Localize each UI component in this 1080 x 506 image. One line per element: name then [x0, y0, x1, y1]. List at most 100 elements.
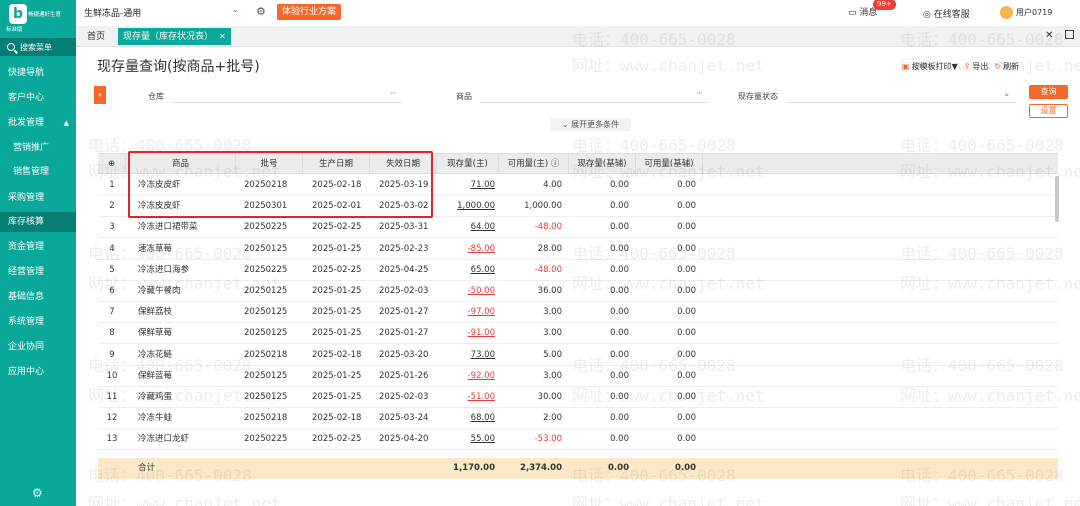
close-icon[interactable]: ✕: [1045, 30, 1053, 41]
stock-link[interactable]: 55.00: [471, 434, 495, 444]
table-row[interactable]: 10 保鲜蓝莓 20250125 2025-01-25 2025-01-26 -92.00…: [98, 366, 1058, 387]
expand-conditions-button[interactable]: ⌄ 展开更多条件: [550, 118, 631, 131]
stock-link[interactable]: -51.00: [468, 392, 495, 402]
sidebar-item-customer[interactable]: 客户中心: [0, 88, 76, 108]
sidebar-item-funds[interactable]: 资金管理: [0, 237, 76, 257]
action-label: 刷新: [1003, 62, 1020, 71]
query-button[interactable]: 查询: [1029, 85, 1068, 99]
stock-link[interactable]: 71.00: [471, 180, 495, 190]
warehouse-input[interactable]: [172, 87, 402, 103]
stock-link[interactable]: -91.00: [468, 328, 495, 338]
total-stock-aux: 0.00: [608, 463, 629, 473]
table-row[interactable]: 9 冷冻花鲢 20250218 2025-02-18 2025-03-20 73.00 5.…: [98, 345, 1058, 366]
cell-available-aux: 0.00: [677, 307, 696, 318]
maximize-icon[interactable]: [1065, 30, 1074, 39]
product-input[interactable]: [480, 87, 708, 103]
table-row[interactable]: 4 速冻草莓 20250125 2025-01-25 2025-02-23 -85.00 2…: [98, 239, 1058, 260]
sidebar-item-system[interactable]: 系统管理: [0, 312, 76, 332]
stock-link[interactable]: 64.00: [471, 222, 495, 232]
refresh-button[interactable]: ↻ 刷新: [994, 61, 1019, 72]
export-button[interactable]: ⇪ 导出: [964, 61, 989, 72]
vertical-scrollbar[interactable]: [1055, 176, 1059, 222]
column-settings-icon[interactable]: ⊕: [98, 154, 126, 174]
stock-link[interactable]: 1,000.00: [457, 201, 495, 211]
cell-expiry-date: 2025-02-23: [379, 243, 429, 254]
table-row[interactable]: 7 保鲜荔枝 20250125 2025-01-25 2025-01-27 -97.00 3…: [98, 302, 1058, 324]
stock-link[interactable]: -85.00: [468, 244, 495, 254]
cell-stock-aux: 0.00: [610, 180, 629, 190]
sidebar-item-basic-info[interactable]: 基础信息: [0, 287, 76, 307]
col-available-aux[interactable]: 可用量(基辅): [636, 154, 703, 174]
col-stock-main[interactable]: 现存量(主): [437, 154, 499, 174]
chevron-down-icon[interactable]: ⌄: [1003, 89, 1010, 99]
cell-stock-aux: 0.00: [610, 370, 629, 381]
cell-batch: 20250218: [244, 349, 288, 360]
stock-link[interactable]: 65.00: [471, 265, 495, 275]
cell-available-aux: 0.00: [677, 201, 696, 212]
close-icon[interactable]: ✕: [219, 32, 226, 41]
more-icon[interactable]: ···: [390, 89, 397, 99]
sidebar-item-sales[interactable]: 销售管理: [0, 162, 76, 182]
cell-production-date: 2025-02-25: [312, 434, 362, 445]
table-row[interactable]: 12 冷冻牛蛙 20250218 2025-02-18 2025-03-24 68.00 2…: [98, 408, 1058, 430]
cell-batch: 20250225: [244, 264, 288, 275]
messages-badge: 99+: [873, 0, 896, 10]
stock-status-select[interactable]: [786, 87, 1016, 103]
cell-expiry-date: 2025-03-20: [379, 349, 429, 360]
stock-link[interactable]: 68.00: [471, 413, 495, 423]
col-stock-aux[interactable]: 现存量(基辅): [569, 154, 636, 174]
tab-home[interactable]: 首页: [82, 29, 110, 45]
table-row[interactable]: 5 冷冻进口海参 20250225 2025-02-25 2025-04-25 65.00…: [98, 260, 1058, 281]
cell-product: 冷冻花鲢: [138, 349, 173, 360]
page-title: 现存量查询(按商品+批号): [97, 59, 260, 75]
cell-stock-main: -92.00: [437, 366, 495, 387]
sidebar-item-wholesale[interactable]: 批发管理 ▲: [0, 113, 76, 133]
online-service-button[interactable]: ◎ 在线客服: [923, 7, 970, 20]
table-row[interactable]: 3 冷冻进口裙带菜 20250225 2025-02-25 2025-03-31 64.0…: [98, 217, 1058, 239]
sidebar-item-inventory[interactable]: 库存核算: [0, 212, 76, 232]
stock-link[interactable]: 73.00: [471, 350, 495, 360]
tab-stock-status[interactable]: 现存量（库存状况表） ✕: [118, 28, 231, 45]
cell-product: 冷冻进口裙带菜: [138, 222, 198, 233]
stock-link[interactable]: -50.00: [468, 286, 495, 296]
stock-link[interactable]: -92.00: [468, 371, 495, 381]
table-row[interactable]: 8 保鲜草莓 20250125 2025-01-25 2025-01-27 -91.00 3…: [98, 323, 1058, 345]
table-row[interactable]: 13 冷冻进口龙虾 20250225 2025-02-25 2025-04-20 55.0…: [98, 429, 1058, 451]
stock-link[interactable]: -97.00: [468, 307, 495, 317]
expand-label: 展开更多条件: [571, 120, 620, 129]
store-select[interactable]: 生鲜冻品-通用: [84, 6, 141, 19]
sidebar-item-collab[interactable]: 企业协同: [0, 337, 76, 357]
sidebar-item-quick-nav[interactable]: 快捷导航: [0, 63, 76, 83]
more-icon[interactable]: ···: [696, 89, 703, 99]
filter-toggle-button[interactable]: »: [94, 86, 106, 104]
cell-batch: 20250125: [244, 392, 288, 402]
cell-batch: 20250125: [244, 370, 288, 381]
cell-production-date: 2025-02-25: [312, 264, 362, 275]
chevron-down-icon[interactable]: ⌄: [232, 5, 239, 14]
table-row[interactable]: 6 冷藏午餐肉 20250125 2025-01-25 2025-02-03 -50.00…: [98, 281, 1058, 302]
sidebar-item-marketing[interactable]: 营销推广: [0, 138, 76, 158]
search-menu-label: 搜索菜单: [20, 42, 52, 52]
sidebar-item-purchase[interactable]: 采购管理: [0, 188, 76, 208]
table-row[interactable]: 11 冷藏鸡蛋 20250125 2025-01-25 2025-02-03 -51.00…: [98, 387, 1058, 408]
cell-batch: 20250125: [244, 243, 288, 254]
col-available-main[interactable]: 可用量(主) ⓘ: [499, 154, 569, 174]
sidebar-item-operations[interactable]: 经营管理: [0, 262, 76, 282]
watermark-text: 网址：www.chanjet.net: [572, 56, 765, 75]
filter-panel: » 仓库 ··· 商品 ··· 现存量状态 ⌄ 查询 设置 ⌄ 展开更多条件: [76, 80, 1080, 131]
tab-bar: 首页 现存量（库存状况表） ✕ ✕: [76, 26, 1080, 47]
cell-available-aux: 0.00: [677, 392, 696, 402]
settings-button[interactable]: 设置: [1029, 104, 1068, 118]
sidebar-item-apps[interactable]: 应用中心: [0, 362, 76, 382]
gear-icon[interactable]: ⚙: [256, 5, 266, 18]
gear-icon[interactable]: ⚙: [32, 486, 43, 500]
help-icon[interactable]: ⓘ: [551, 159, 560, 169]
user-menu[interactable]: 用户0719: [1000, 6, 1052, 19]
cell-stock-main: -85.00: [437, 239, 495, 260]
search-menu-button[interactable]: 搜索菜单: [0, 38, 76, 56]
sidebar-item-label: 采购管理: [8, 193, 45, 203]
print-template-button[interactable]: ▣ 按模板打印▼: [902, 61, 958, 72]
cell-available-main: 36.00: [537, 286, 562, 296]
cell-product: 冷冻牛蛙: [138, 413, 173, 424]
industry-solution-button[interactable]: 体验行业方案: [277, 4, 342, 20]
